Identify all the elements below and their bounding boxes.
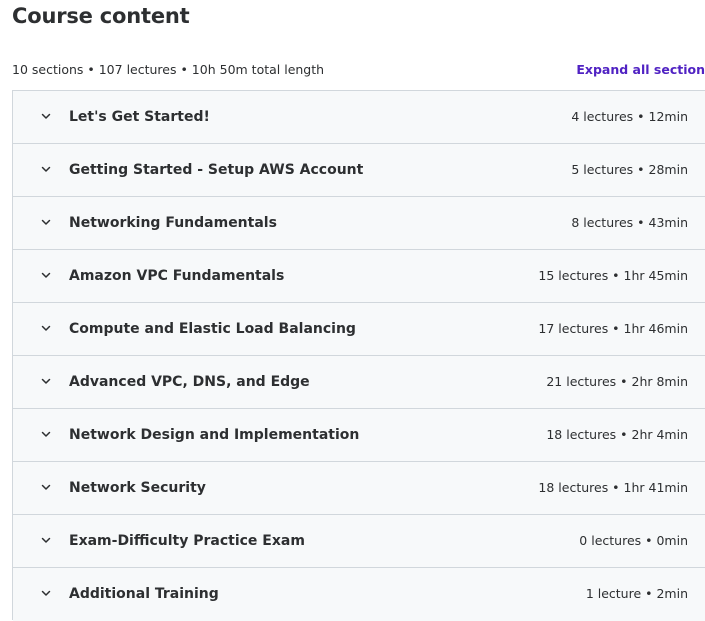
section-row-compute-elastic-load-balancing[interactable]: Compute and Elastic Load Balancing 17 le… [13, 303, 705, 356]
section-title: Let's Get Started! [69, 109, 210, 125]
section-title: Network Security [69, 480, 206, 496]
course-summary-text: 10 sections • 107 lectures • 10h 50m tot… [12, 62, 325, 77]
section-row-networking-fundamentals[interactable]: Networking Fundamentals 8 lectures • 43m… [13, 197, 705, 250]
course-summary-bar: 10 sections • 107 lectures • 10h 50m tot… [12, 62, 705, 80]
section-title: Additional Training [69, 586, 219, 602]
section-title: Exam-Difficulty Practice Exam [69, 533, 305, 549]
section-list: Let's Get Started! 4 lectures • 12min Ge… [12, 90, 705, 621]
section-title: Compute and Elastic Load Balancing [69, 321, 356, 337]
section-lecture-count: 8 lectures • 43min [571, 215, 688, 230]
section-title: Getting Started - Setup AWS Account [69, 162, 364, 178]
chevron-down-icon [40, 163, 52, 175]
section-title: Network Design and Implementation [69, 427, 360, 443]
section-title: Amazon VPC Fundamentals [69, 268, 285, 284]
chevron-down-icon [40, 587, 52, 599]
chevron-down-icon [40, 534, 52, 546]
section-row-amazon-vpc-fundamentals[interactable]: Amazon VPC Fundamentals 15 lectures • 1h… [13, 250, 705, 303]
section-row-additional-training[interactable]: Additional Training 1 lecture • 2min [13, 568, 705, 621]
section-lecture-count: 5 lectures • 28min [571, 162, 688, 177]
chevron-down-icon [40, 216, 52, 228]
section-title: Networking Fundamentals [69, 215, 277, 231]
section-lecture-count: 15 lectures • 1hr 45min [538, 268, 688, 283]
section-title: Advanced VPC, DNS, and Edge [69, 374, 310, 390]
chevron-down-icon [40, 375, 52, 387]
page-title: Course content [12, 4, 190, 28]
chevron-down-icon [40, 481, 52, 493]
section-row-network-design-implementation[interactable]: Network Design and Implementation 18 lec… [13, 409, 705, 462]
section-row-lets-get-started[interactable]: Let's Get Started! 4 lectures • 12min [13, 91, 705, 144]
section-lecture-count: 4 lectures • 12min [571, 109, 688, 124]
section-row-setup-aws-account[interactable]: Getting Started - Setup AWS Account 5 le… [13, 144, 705, 197]
section-row-practice-exam[interactable]: Exam-Difficulty Practice Exam 0 lectures… [13, 515, 705, 568]
section-lecture-count: 18 lectures • 2hr 4min [546, 427, 688, 442]
expand-all-sections-button[interactable]: Expand all section [576, 62, 705, 78]
chevron-down-icon [40, 110, 52, 122]
section-row-advanced-vpc-dns-edge[interactable]: Advanced VPC, DNS, and Edge 21 lectures … [13, 356, 705, 409]
section-lecture-count: 0 lectures • 0min [579, 533, 688, 548]
section-lecture-count: 17 lectures • 1hr 46min [538, 321, 688, 336]
section-row-network-security[interactable]: Network Security 18 lectures • 1hr 41min [13, 462, 705, 515]
chevron-down-icon [40, 428, 52, 440]
section-lecture-count: 18 lectures • 1hr 41min [538, 480, 688, 495]
section-lecture-count: 21 lectures • 2hr 8min [546, 374, 688, 389]
chevron-down-icon [40, 269, 52, 281]
chevron-down-icon [40, 322, 52, 334]
section-lecture-count: 1 lecture • 2min [585, 586, 688, 601]
